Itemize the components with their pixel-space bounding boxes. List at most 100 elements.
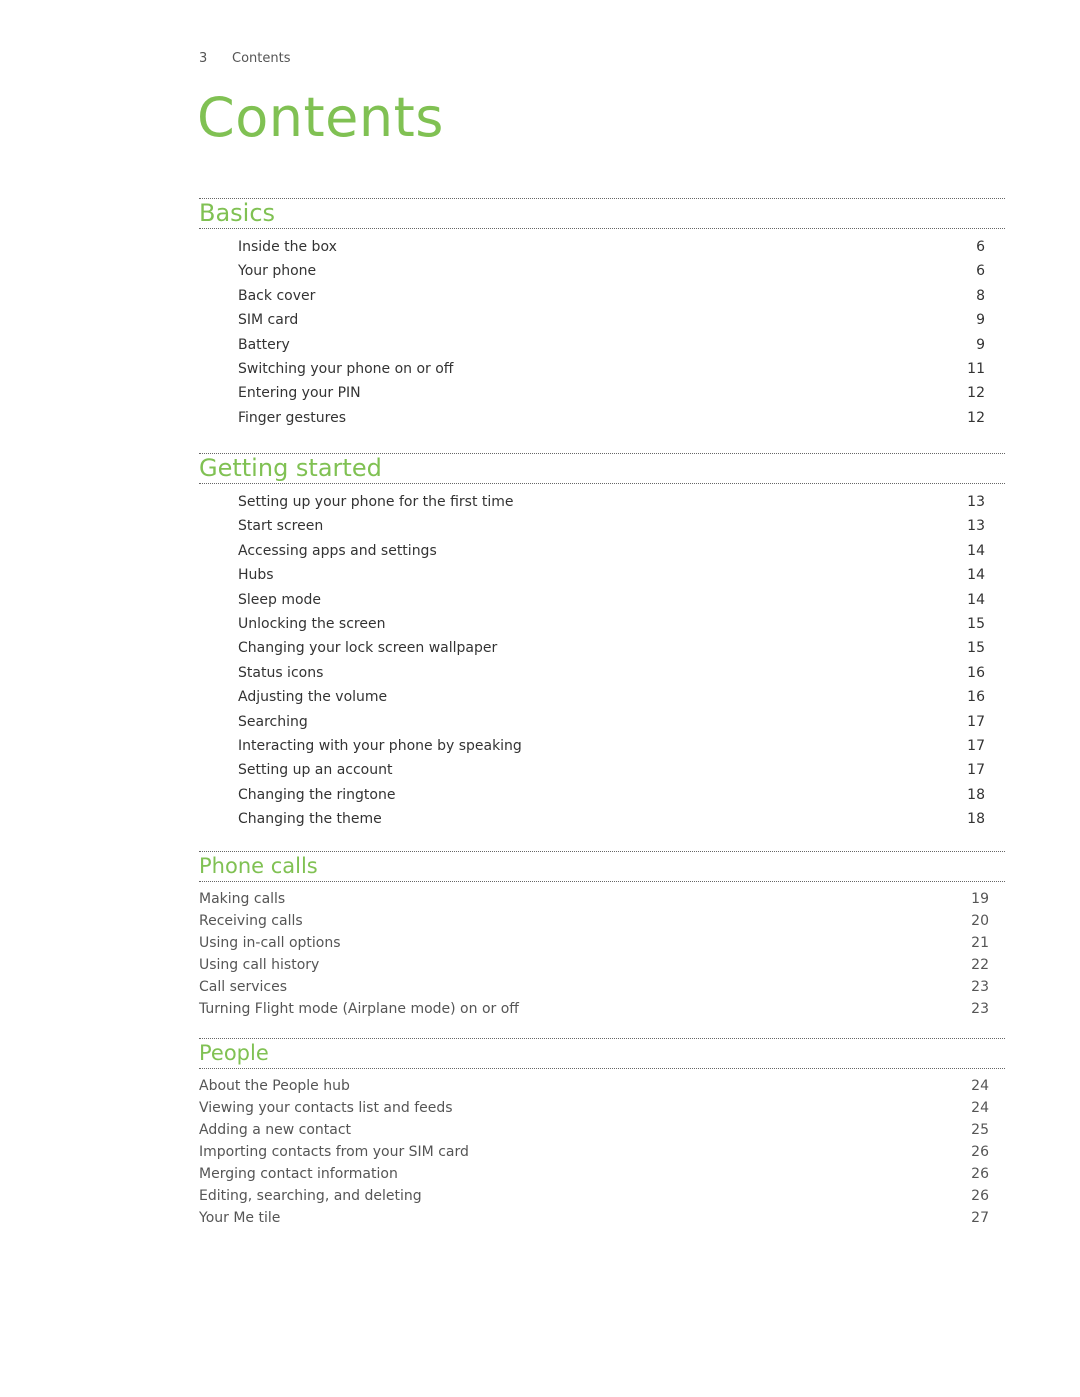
toc-entry-label: Status icons [238,664,324,681]
toc-entry[interactable]: Finger gestures 12 [199,406,1005,430]
toc-entry-label: Accessing apps and settings [238,542,437,559]
toc-entry-label: Your Me tile [199,1210,281,1226]
toc-entry-page: 21 [971,935,989,951]
toc-entry[interactable]: Making calls 19 [199,888,1005,910]
toc-entry-page: 13 [967,494,985,510]
toc-entry[interactable]: Back cover 8 [199,284,1005,308]
toc-entry[interactable]: Sleep mode 14 [199,588,1005,612]
toc-entry[interactable]: About the People hub 24 [199,1075,1005,1097]
toc-entry[interactable]: Inside the box 6 [199,235,1005,259]
toc-entry-page: 17 [967,737,985,754]
toc-entry-label: Editing, searching, and deleting [199,1188,422,1204]
toc-entry[interactable]: Adjusting the volume 16 [199,685,1005,709]
toc-list: Setting up your phone for the first time… [199,490,1005,831]
toc-entry-page: 26 [971,1188,989,1204]
toc-entry-label: Making calls [199,891,286,907]
toc-entry-label: Interacting with your phone by speaking [238,737,522,754]
toc-entry[interactable]: Changing your lock screen wallpaper 15 [199,636,1005,660]
toc-entry-label: Changing the ringtone [238,786,396,803]
toc-entry[interactable]: Accessing apps and settings 14 [199,539,1005,563]
toc-entry[interactable]: Interacting with your phone by speaking 1… [199,734,1005,758]
toc-entry-page: 6 [976,263,985,280]
section-heading-text: People [199,1041,269,1065]
toc-entry[interactable]: SIM card 9 [199,308,1005,332]
page-number: 3 [199,51,208,66]
toc-list: About the People hub 24 Viewing your cont… [199,1075,1005,1229]
toc-entry-page: 18 [967,811,985,828]
section-basics: Basics Inside the box 6 Your phone 6 Back … [199,198,1005,430]
toc-entry[interactable]: Using call history 22 [199,954,1005,976]
section-phone-calls: Phone calls Making calls 19 Receiving cal… [199,851,1005,1020]
toc-entry-label: Searching [238,713,308,730]
toc-entry[interactable]: Turning Flight mode (Airplane mode) on o… [199,998,1005,1020]
toc-entry[interactable]: Switching your phone on or off 11 [199,357,1005,381]
toc-entry[interactable]: Adding a new contact 25 [199,1119,1005,1141]
toc-entry-page: 23 [971,1001,989,1017]
toc-entry-page: 8 [976,287,985,304]
toc-entry-label: Setting up your phone for the first time [238,494,514,510]
toc-entry-label: Changing your lock screen wallpaper [238,640,498,657]
toc-entry-page: 19 [971,891,989,907]
toc-entry[interactable]: Hubs 14 [199,563,1005,587]
section-heading-text: Phone calls [199,854,318,878]
toc-entry-page: 9 [976,312,985,329]
toc-entry[interactable]: Entering your PIN 12 [199,381,1005,405]
toc-entry-label: Hubs [238,567,274,584]
toc-entry[interactable]: Unlocking the screen 15 [199,612,1005,636]
page-title: Contents [197,86,444,149]
toc-entry-label: Using in-call options [199,935,341,951]
running-head-title: Contents [232,51,291,66]
toc-entry-page: 24 [971,1078,989,1094]
toc-entry-page: 24 [971,1100,989,1116]
toc-entry[interactable]: Battery 9 [199,333,1005,357]
toc-entry-label: About the People hub [199,1078,350,1094]
toc-entry-page: 17 [967,713,985,730]
toc-entry[interactable]: Editing, searching, and deleting 26 [199,1185,1005,1207]
toc-entry[interactable]: Viewing your contacts list and feeds 24 [199,1097,1005,1119]
toc-entry-label: Turning Flight mode (Airplane mode) on o… [199,1001,519,1017]
toc-entry-page: 26 [971,1144,989,1160]
toc-entry[interactable]: Start screen 13 [199,514,1005,538]
toc-entry[interactable]: Using in-call options 21 [199,932,1005,954]
toc-entry-page: 14 [967,567,985,584]
toc-entry-label: Adding a new contact [199,1122,352,1138]
toc-entry[interactable]: Merging contact information 26 [199,1163,1005,1185]
toc-entry[interactable]: Changing the ringtone 18 [199,783,1005,807]
toc-entry-label: Viewing your contacts list and feeds [199,1100,453,1116]
toc-entry-label: Changing the theme [238,811,382,828]
toc-entry-page: 14 [967,542,985,559]
toc-entry-page: 17 [967,762,985,779]
section-heading: Getting started [199,453,1005,484]
toc-entry-page: 22 [971,957,989,973]
section-getting-started: Getting started Setting up your phone fo… [199,453,1005,831]
toc-entry[interactable]: Searching 17 [199,710,1005,734]
toc-entry[interactable]: Your phone 6 [199,259,1005,283]
toc-entry-label: Start screen [238,518,324,535]
toc-entry-label: Setting up an account [238,762,393,779]
toc-entry-label: Back cover [238,287,316,304]
toc-entry[interactable]: Setting up an account 17 [199,758,1005,782]
toc-entry[interactable]: Your Me tile 27 [199,1207,1005,1229]
toc-entry-label: Battery [238,336,290,353]
toc-entry-page: 27 [971,1210,989,1226]
toc-entry[interactable]: Receiving calls 20 [199,910,1005,932]
section-heading: Phone calls [199,851,1005,882]
toc-entry-label: SIM card [238,312,299,329]
section-heading-text: Getting started [199,454,382,482]
toc-entry[interactable]: Importing contacts from your SIM card 26 [199,1141,1005,1163]
section-heading: People [199,1038,1005,1069]
toc-entry-label: Inside the box [238,239,337,255]
toc-entry[interactable]: Changing the theme 18 [199,807,1005,831]
toc-list: Making calls 19 Receiving calls 20 Using i… [199,888,1005,1020]
toc-entry-label: Receiving calls [199,913,303,929]
toc-entry-page: 15 [967,615,985,632]
toc-entry-label: Importing contacts from your SIM card [199,1144,469,1160]
toc-entry[interactable]: Setting up your phone for the first time… [199,490,1005,514]
toc-entry-label: Sleep mode [238,591,322,608]
toc-entry[interactable]: Call services 23 [199,976,1005,998]
toc-list: Inside the box 6 Your phone 6 Back cover 8 … [199,235,1005,430]
section-heading-text: Basics [199,199,276,227]
toc-entry-label: Switching your phone on or off [238,360,454,377]
toc-entry[interactable]: Status icons 16 [199,661,1005,685]
toc-entry-page: 15 [967,640,985,657]
